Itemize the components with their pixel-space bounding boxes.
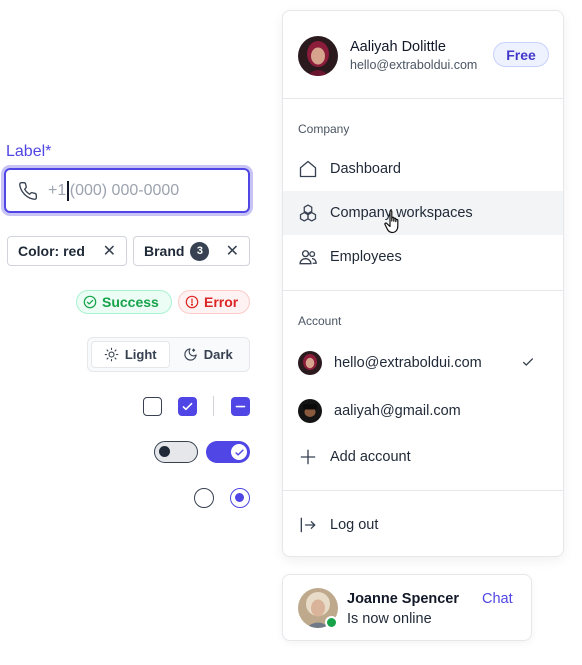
user-name: Aaliyah Dolittle: [350, 39, 446, 55]
moon-icon: [184, 348, 197, 361]
close-icon[interactable]: ✕: [226, 241, 239, 261]
menu-user-header: Aaliyah Dolittle hello@extraboldui.com F…: [283, 11, 563, 99]
error-badge: Error: [178, 290, 250, 314]
phone-input[interactable]: +1 (000) 000-0000: [4, 168, 250, 213]
toggle-knob: [159, 446, 170, 457]
check-icon: [182, 402, 193, 411]
phone-placeholder: (000) 000-0000: [69, 181, 180, 199]
filter-chip-brand: Brand 3 ✕: [133, 236, 250, 266]
filter-chip-color: Color: red ✕: [7, 236, 127, 266]
theme-dark-option[interactable]: Dark: [170, 341, 247, 368]
success-badge: Success: [76, 290, 172, 314]
logout-icon: [300, 517, 316, 533]
divider: [283, 98, 563, 99]
toggle-on[interactable]: [206, 441, 250, 463]
close-icon[interactable]: ✕: [103, 241, 116, 261]
account-email: hello@extraboldui.com: [334, 355, 482, 371]
cubes-icon: [299, 204, 317, 222]
house-icon: [299, 160, 317, 178]
divider: [283, 490, 563, 491]
avatar: [298, 399, 322, 423]
checkbox-indeterminate[interactable]: [231, 397, 250, 416]
chip-label: Color: red: [18, 243, 85, 259]
alert-circle-icon: [185, 295, 199, 309]
theme-dark-label: Dark: [203, 347, 233, 362]
check-icon: [234, 448, 244, 456]
success-label: Success: [102, 294, 159, 310]
theme-switch: Light Dark: [87, 337, 250, 372]
menu-item-account-hello[interactable]: hello@extraboldui.com: [283, 341, 563, 385]
error-label: Error: [204, 294, 239, 310]
menu-item-dashboard[interactable]: Dashboard: [283, 147, 563, 191]
check-circle-icon: [83, 295, 97, 309]
divider: [213, 396, 214, 416]
divider: [283, 290, 563, 291]
add-account-button[interactable]: Add account: [283, 435, 563, 479]
menu-item-company-workspaces[interactable]: Company workspaces: [283, 191, 563, 235]
text-caret: [67, 180, 69, 201]
notification-status: Is now online: [347, 611, 432, 627]
add-account-label: Add account: [330, 449, 411, 465]
online-notification: Joanne Spencer Is now online Chat: [282, 574, 532, 641]
minus-icon: [235, 405, 246, 408]
checkbox-checked[interactable]: [178, 397, 197, 416]
user-email: hello@extraboldui.com: [350, 58, 478, 72]
menu-item-label: Dashboard: [330, 161, 401, 177]
radio-selected[interactable]: [230, 488, 250, 508]
radio-dot: [235, 493, 244, 502]
menu-item-account-aaliyah[interactable]: aaliyah@gmail.com: [283, 389, 563, 433]
phone-icon: [19, 181, 38, 200]
radio-unselected[interactable]: [194, 488, 214, 508]
phone-field-label: Label*: [6, 143, 52, 160]
users-icon: [299, 250, 317, 265]
account-menu: Aaliyah Dolittle hello@extraboldui.com F…: [282, 10, 564, 557]
toggle-off[interactable]: [154, 441, 198, 463]
section-title-account: Account: [298, 314, 342, 328]
avatar: [298, 351, 322, 375]
phone-prefix: +1: [48, 181, 67, 199]
checkbox-unchecked[interactable]: [143, 397, 162, 416]
account-email: aaliyah@gmail.com: [334, 403, 461, 419]
menu-item-employees[interactable]: Employees: [283, 235, 563, 279]
logout-label: Log out: [330, 517, 379, 533]
notification-name: Joanne Spencer: [347, 591, 460, 607]
chip-label: Brand: [144, 243, 185, 259]
theme-light-option[interactable]: Light: [91, 341, 170, 368]
check-icon: [522, 358, 534, 366]
logout-button[interactable]: Log out: [283, 503, 563, 547]
theme-light-label: Light: [124, 347, 157, 362]
plan-badge: Free: [493, 42, 549, 67]
plus-icon: [300, 449, 316, 465]
sun-icon: [104, 347, 119, 362]
hand-cursor-icon: [384, 210, 399, 234]
online-status-dot: [325, 616, 338, 629]
count-badge: 3: [190, 241, 210, 261]
avatar: [298, 36, 338, 76]
toggle-knob: [231, 444, 247, 460]
menu-item-label: Employees: [330, 249, 402, 265]
section-title-company: Company: [298, 122, 350, 136]
chat-link[interactable]: Chat: [482, 591, 513, 607]
